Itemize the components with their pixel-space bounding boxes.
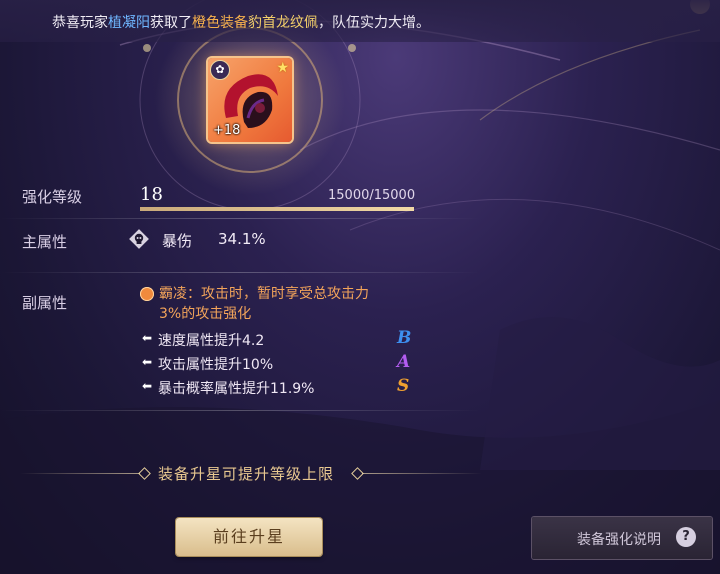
sub-attr-row: ⬅ 暴击概率属性提升11.9% S — [142, 376, 422, 398]
main-attr-name: 暴伤 — [162, 232, 193, 250]
broadcast-player-name: 植凝阳 — [108, 15, 150, 31]
goto-star-up-button[interactable]: 前往升星 — [176, 518, 322, 556]
sub-attr-row: ⬅ 攻击属性提升10% A — [142, 352, 422, 374]
enhance-exp-bar — [140, 207, 414, 211]
enhance-level-label: 强化等级 — [22, 188, 83, 206]
broadcast-banner: 恭喜玩家植凝阳获取了橙色装备豹首龙纹佩，队伍实力大增。 — [0, 0, 720, 42]
grade-badge: S — [397, 376, 410, 396]
broadcast-suffix: ，队伍实力大增。 — [318, 15, 430, 31]
hint-line-right — [362, 473, 482, 474]
broadcast-item-name: 豹首龙纹佩 — [248, 15, 318, 31]
broadcast-message: 恭喜玩家植凝阳获取了橙色装备豹首龙纹佩，队伍实力大增。 — [52, 12, 430, 32]
item-level-badge: +18 — [213, 123, 241, 138]
broadcast-middle: 获取了 — [150, 15, 192, 31]
sub-attr-text: 速度属性提升4.2 — [158, 333, 265, 349]
question-icon: ? — [676, 527, 696, 547]
enhance-level-value: 18 — [140, 184, 163, 205]
sub-attr-text: 暴击概率属性提升11.9% — [158, 381, 315, 397]
diamond-icon — [138, 467, 151, 480]
bullet-arrow-icon: ⬅ — [142, 355, 153, 369]
enhance-help-button[interactable]: 装备强化说明 ? — [532, 517, 712, 559]
bullet-arrow-icon: ⬅ — [142, 331, 153, 345]
enhance-exp-fill — [140, 207, 414, 211]
sub-attr-skill-text: 霸凌：攻击时，暂时享受总攻击力3%的攻击强化 — [159, 286, 369, 322]
sub-attr-text: 攻击属性提升10% — [158, 357, 274, 373]
star-up-hint: 装备升星可提升等级上限 — [158, 465, 335, 483]
divider — [0, 272, 480, 273]
item-type-badge-icon: ✿ — [210, 60, 230, 80]
divider — [0, 218, 480, 219]
sub-attr-row: ⬅ 速度属性提升4.2 B — [142, 328, 422, 350]
broadcast-prefix: 恭喜玩家 — [52, 15, 108, 31]
grade-badge: A — [397, 352, 411, 372]
equipment-item-icon[interactable]: ✿ ★ +18 — [208, 58, 292, 142]
sub-attr-label: 副属性 — [22, 294, 68, 312]
main-attr-value: 34.1% — [218, 230, 266, 248]
enhance-exp-text: 15000/15000 — [328, 188, 416, 203]
skill-icon — [140, 287, 154, 301]
hint-line-left — [20, 473, 140, 474]
grade-badge: B — [397, 328, 412, 348]
bullet-arrow-icon: ⬅ — [142, 379, 153, 393]
star-icon: ★ — [276, 60, 289, 76]
help-button-label: 装备强化说明 — [577, 532, 661, 548]
main-attr-label: 主属性 — [22, 233, 68, 251]
divider — [0, 410, 480, 411]
broadcast-quality: 橙色装备 — [192, 15, 248, 31]
crit-damage-icon — [129, 229, 149, 249]
